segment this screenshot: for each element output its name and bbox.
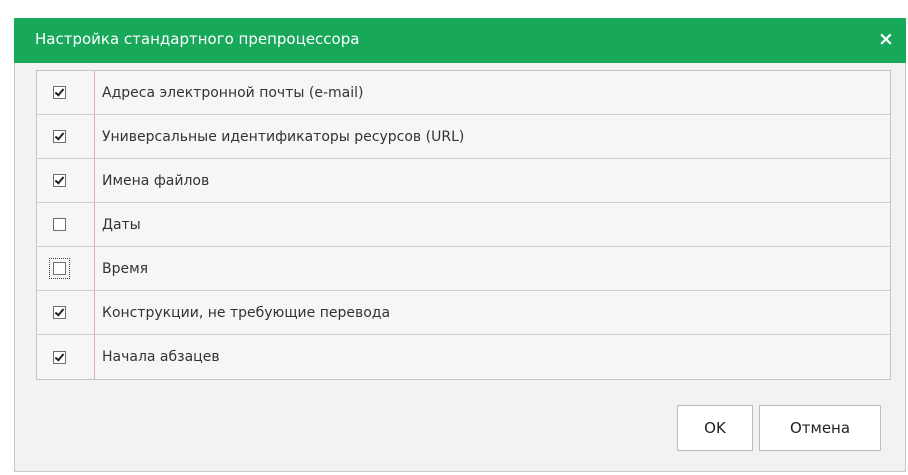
url-checkbox[interactable] (53, 130, 66, 143)
checkbox-cell (37, 247, 95, 290)
paragraph-starts-checkbox[interactable] (53, 350, 66, 364)
option-label: Даты (102, 216, 141, 233)
options-table: Адреса электронной почты (e-mail) Универ… (36, 70, 891, 380)
option-row-email[interactable]: Адреса электронной почты (e-mail) (37, 71, 890, 115)
option-label: Имена файлов (102, 172, 210, 189)
option-row-time[interactable]: Время (37, 247, 890, 291)
option-label: Адреса электронной почты (e-mail) (102, 84, 364, 101)
close-icon[interactable]: × (874, 27, 898, 51)
filenames-checkbox[interactable] (53, 174, 66, 187)
email-checkbox[interactable] (53, 86, 66, 99)
option-row-untranslatable[interactable]: Конструкции, не требующие перевода (37, 291, 890, 335)
time-checkbox[interactable] (49, 258, 70, 279)
option-row-filenames[interactable]: Имена файлов (37, 159, 890, 203)
option-row-paragraph-starts[interactable]: Начала абзацев (37, 335, 890, 379)
checkbox-cell (37, 335, 95, 379)
option-row-url[interactable]: Универсальные идентификаторы ресурсов (U… (37, 115, 890, 159)
dialog-titlebar: Настройка стандартного препроцессора × (14, 18, 906, 63)
checkbox-cell (37, 291, 95, 334)
checkbox-cell (37, 203, 95, 246)
checkbox-cell (37, 71, 95, 114)
preprocessor-settings-dialog: Настройка стандартного препроцессора × А… (14, 18, 906, 472)
option-row-dates[interactable]: Даты (37, 203, 890, 247)
ok-button[interactable]: OK (677, 405, 753, 451)
untranslatable-checkbox[interactable] (53, 306, 66, 319)
cancel-button[interactable]: Отмена (759, 405, 881, 451)
option-label: Начала абзацев (102, 349, 220, 365)
checkbox-cell (37, 159, 95, 202)
dialog-title: Настройка стандартного препроцессора (35, 30, 360, 48)
option-label: Конструкции, не требующие перевода (102, 304, 391, 321)
dates-checkbox[interactable] (53, 218, 66, 231)
option-label: Время (102, 260, 149, 277)
option-label: Универсальные идентификаторы ресурсов (U… (102, 128, 465, 145)
checkbox-cell (37, 115, 95, 158)
